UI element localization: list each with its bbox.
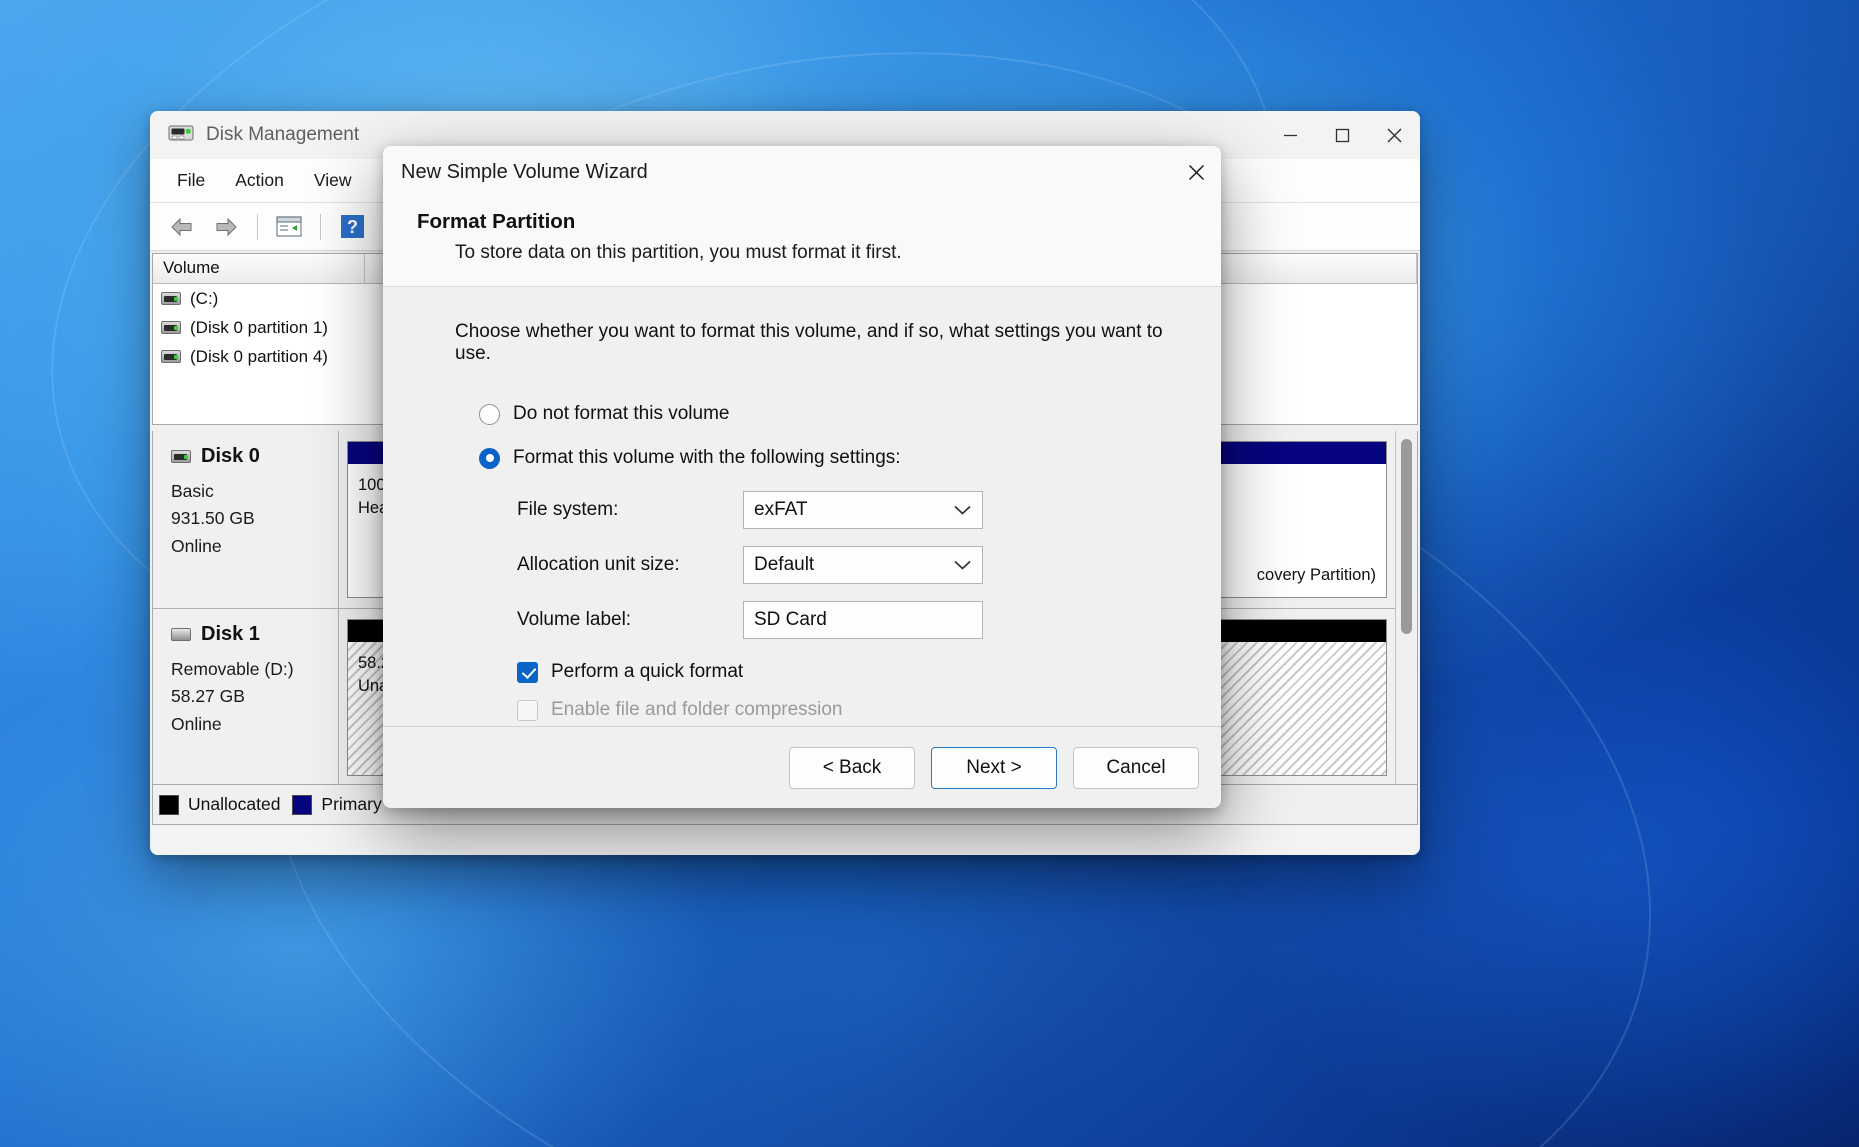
legend-item-primary: Primary — [292, 794, 381, 815]
quick-format-checkbox-indicator[interactable] — [517, 662, 538, 683]
wizard-header: Format Partition To store data on this p… — [383, 198, 1221, 287]
quick-format-label: Perform a quick format — [551, 661, 743, 683]
radio-format-volume[interactable]: Format this volume with the following se… — [479, 447, 1187, 469]
wizard-titlebar: New Simple Volume Wizard — [383, 146, 1221, 198]
radio-format-volume-indicator[interactable] — [479, 448, 500, 469]
quick-format-checkbox[interactable]: Perform a quick format — [517, 661, 1187, 683]
toolbar-separator — [257, 214, 258, 240]
maximize-button[interactable] — [1316, 111, 1368, 159]
wizard-close-button[interactable] — [1171, 146, 1221, 198]
volume-label-value: SD Card — [754, 609, 972, 631]
disk-icon — [171, 450, 191, 463]
volume-name-cell: (C:) — [161, 289, 373, 309]
disk-pane-scrollbar[interactable] — [1395, 431, 1417, 784]
minimize-button[interactable] — [1264, 111, 1316, 159]
cancel-button[interactable]: Cancel — [1073, 747, 1199, 789]
radio-format-volume-label: Format this volume with the following se… — [513, 447, 901, 469]
wizard-intro-text: Choose whether you want to format this v… — [455, 321, 1187, 365]
file-system-row: File system: exFAT — [517, 491, 1187, 529]
legend-swatch-primary — [292, 795, 312, 815]
legend-item-unallocated: Unallocated — [159, 794, 280, 815]
disk-name: Disk 1 — [201, 623, 260, 646]
removable-disk-icon — [171, 628, 191, 641]
volume-label-row: Volume label: SD Card — [517, 601, 1187, 639]
volume-name: (Disk 0 partition 4) — [190, 347, 328, 367]
wizard-subheading: To store data on this partition, you mus… — [417, 242, 1187, 264]
chevron-down-icon — [953, 504, 972, 516]
volume-name: (Disk 0 partition 1) — [190, 318, 328, 338]
status-bar — [152, 825, 1418, 855]
window-controls — [1264, 111, 1420, 159]
disk-title-1: Disk 1 — [171, 623, 326, 646]
volume-label-label: Volume label: — [517, 609, 743, 631]
wizard-body: Choose whether you want to format this v… — [383, 287, 1221, 726]
enable-compression-checkbox-indicator — [517, 700, 538, 721]
column-header-volume[interactable]: Volume — [153, 254, 365, 283]
next-button[interactable]: Next > — [931, 747, 1057, 789]
new-simple-volume-wizard-dialog: New Simple Volume Wizard Format Partitio… — [383, 146, 1221, 808]
wizard-title: New Simple Volume Wizard — [383, 161, 1171, 184]
legend-label-unallocated: Unallocated — [188, 794, 280, 815]
menu-view[interactable]: View — [301, 165, 365, 196]
disk-capacity: 931.50 GB — [171, 505, 326, 532]
radio-do-not-format[interactable]: Do not format this volume — [479, 403, 1187, 425]
file-system-select[interactable]: exFAT — [743, 491, 983, 529]
drive-icon — [161, 321, 181, 334]
enable-compression-label: Enable file and folder compression — [551, 699, 843, 721]
disk-title-0: Disk 0 — [171, 445, 326, 468]
forward-button[interactable] — [206, 208, 246, 246]
enable-compression-checkbox: Enable file and folder compression — [517, 699, 1187, 721]
titlebar-left: Disk Management — [150, 123, 1264, 148]
allocation-unit-size-row: Allocation unit size: Default — [517, 546, 1187, 584]
allocation-unit-size-label: Allocation unit size: — [517, 554, 743, 576]
legend-swatch-unallocated — [159, 795, 179, 815]
volume-label-input[interactable]: SD Card — [743, 601, 983, 639]
back-button[interactable]: < Back — [789, 747, 915, 789]
disk-info-0: Disk 0 Basic 931.50 GB Online — [153, 431, 339, 608]
disk-type: Removable (D:) — [171, 656, 326, 683]
drive-icon — [161, 292, 181, 305]
back-button[interactable] — [162, 208, 202, 246]
disk-management-icon — [168, 123, 194, 148]
volume-name-cell: (Disk 0 partition 4) — [161, 347, 373, 367]
desktop-wallpaper: Disk Management File Action — [0, 0, 1859, 1147]
volume-name-cell: (Disk 0 partition 1) — [161, 318, 373, 338]
chevron-down-icon — [953, 559, 972, 571]
menu-file[interactable]: File — [164, 165, 218, 196]
drive-icon — [161, 350, 181, 363]
disk-name: Disk 0 — [201, 445, 260, 468]
show-hide-console-tree-button[interactable] — [269, 208, 309, 246]
disk-status: Online — [171, 533, 326, 560]
toolbar-separator — [320, 214, 321, 240]
help-button[interactable]: ? — [332, 208, 372, 246]
disk-status: Online — [171, 711, 326, 738]
wizard-heading: Format Partition — [417, 210, 1187, 234]
legend-label-primary: Primary — [321, 794, 381, 815]
radio-do-not-format-label: Do not format this volume — [513, 403, 729, 425]
allocation-unit-size-value: Default — [754, 554, 953, 576]
allocation-unit-size-select[interactable]: Default — [743, 546, 983, 584]
partition-line-1: covery Partition) — [1257, 564, 1376, 587]
file-system-value: exFAT — [754, 499, 953, 521]
radio-do-not-format-indicator[interactable] — [479, 404, 500, 425]
close-button[interactable] — [1368, 111, 1420, 159]
wizard-footer: < Back Next > Cancel — [383, 726, 1221, 808]
volume-name: (C:) — [190, 289, 218, 309]
disk-info-1: Disk 1 Removable (D:) 58.27 GB Online — [153, 609, 339, 784]
file-system-label: File system: — [517, 499, 743, 521]
window-title: Disk Management — [206, 124, 359, 146]
disk-capacity: 58.27 GB — [171, 683, 326, 710]
disk-type: Basic — [171, 478, 326, 505]
scrollbar-thumb[interactable] — [1401, 439, 1412, 634]
menu-action[interactable]: Action — [222, 165, 297, 196]
svg-text:?: ? — [347, 217, 358, 237]
